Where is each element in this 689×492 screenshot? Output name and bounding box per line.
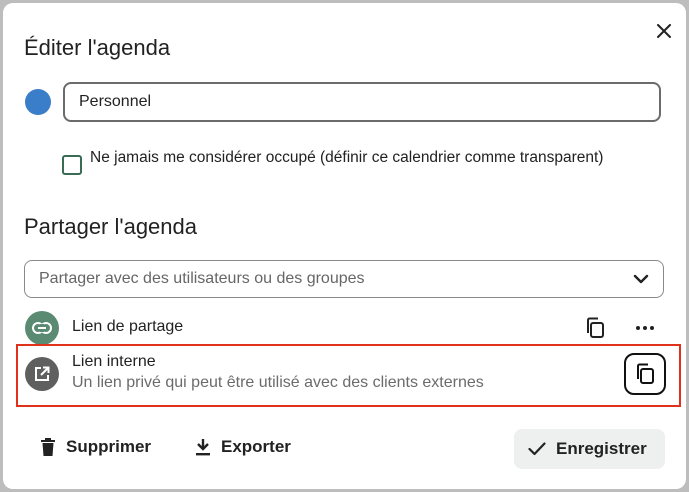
copy-icon: [637, 363, 654, 384]
close-button[interactable]: [653, 20, 675, 42]
export-button[interactable]: Exporter: [195, 437, 291, 457]
delete-button[interactable]: Supprimer: [40, 437, 151, 457]
chevron-down-icon: [633, 274, 649, 284]
copy-share-link-button[interactable]: [581, 314, 609, 342]
internal-link-description: Un lien privé qui peut être utilisé avec…: [72, 374, 484, 391]
edit-calendar-dialog: Éditer l'agenda Ne jamais me considérer …: [3, 3, 686, 489]
dialog-title: Éditer l'agenda: [24, 35, 171, 60]
download-icon: [196, 439, 210, 456]
save-label: Enregistrer: [556, 439, 647, 458]
share-link-label: Lien de partage: [72, 318, 184, 335]
internal-link-avatar: [25, 357, 59, 391]
export-label: Exporter: [221, 437, 291, 456]
delete-label: Supprimer: [66, 437, 152, 456]
copy-icon: [587, 317, 604, 338]
internal-link-label: Lien interne: [72, 353, 156, 370]
trash-icon: [41, 438, 55, 456]
external-link-icon: [35, 366, 50, 381]
close-icon: [657, 24, 671, 38]
transparent-checkbox[interactable]: [62, 155, 82, 175]
transparent-checkbox-label: Ne jamais me considérer occupé (définir …: [90, 149, 604, 166]
checkmark-icon: [528, 442, 546, 456]
share-select-placeholder: Partager avec des utilisateurs ou des gr…: [39, 270, 365, 287]
link-icon: [32, 322, 52, 334]
copy-internal-link-button[interactable]: [624, 353, 666, 395]
share-link-avatar: [25, 311, 59, 345]
save-button[interactable]: Enregistrer: [514, 429, 665, 469]
share-users-select[interactable]: Partager avec des utilisateurs ou des gr…: [24, 260, 664, 298]
share-section-title: Partager l'agenda: [24, 214, 197, 239]
calendar-color-picker[interactable]: [25, 89, 51, 115]
more-options-button[interactable]: [631, 314, 659, 342]
more-horizontal-icon: [636, 326, 654, 330]
calendar-name-input[interactable]: [63, 82, 661, 122]
